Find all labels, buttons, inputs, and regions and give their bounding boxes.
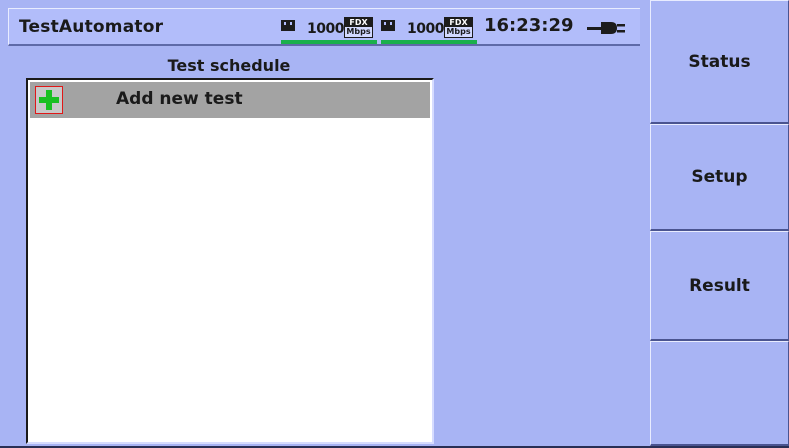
duplex-label: FDX: [445, 18, 472, 27]
link-indicator: [281, 40, 377, 44]
add-new-test-label: Add new test: [116, 89, 243, 109]
status-button[interactable]: Status: [650, 0, 789, 124]
test-schedule-title: Test schedule: [167, 56, 291, 75]
result-button[interactable]: Result: [650, 231, 789, 341]
port-2-speed: 1000: [407, 21, 444, 37]
title-bar: TestAutomator 1000 FDX Mbps 1000 FDX Mbp…: [8, 8, 640, 46]
clock: 16:23:29: [484, 15, 574, 36]
blank-softkey[interactable]: [650, 341, 789, 446]
speed-unit: Mbps: [346, 27, 371, 36]
port-1-speed: 1000: [307, 21, 344, 37]
test-schedule-list[interactable]: Add new test: [26, 78, 434, 444]
port-1-status: 1000 FDX Mbps: [281, 17, 377, 47]
plus-icon: [35, 86, 63, 114]
setup-button-label: Setup: [691, 167, 748, 187]
result-button-label: Result: [689, 275, 750, 296]
app-title: TestAutomator: [19, 17, 164, 37]
duplex-badge: FDX Mbps: [444, 17, 473, 38]
speed-unit: Mbps: [446, 27, 471, 36]
device-screen: TestAutomator 1000 FDX Mbps 1000 FDX Mbp…: [0, 0, 789, 448]
status-button-label: Status: [688, 51, 751, 72]
link-indicator: [381, 40, 477, 44]
ethernet-port-icon: [281, 20, 295, 31]
ethernet-port-icon: [381, 20, 395, 31]
ac-power-plug-icon: [587, 22, 625, 34]
port-2-status: 1000 FDX Mbps: [381, 17, 477, 47]
add-new-test-item[interactable]: Add new test: [30, 82, 430, 118]
duplex-label: FDX: [345, 18, 372, 27]
duplex-badge: FDX Mbps: [344, 17, 373, 38]
setup-button[interactable]: Setup: [650, 124, 789, 231]
